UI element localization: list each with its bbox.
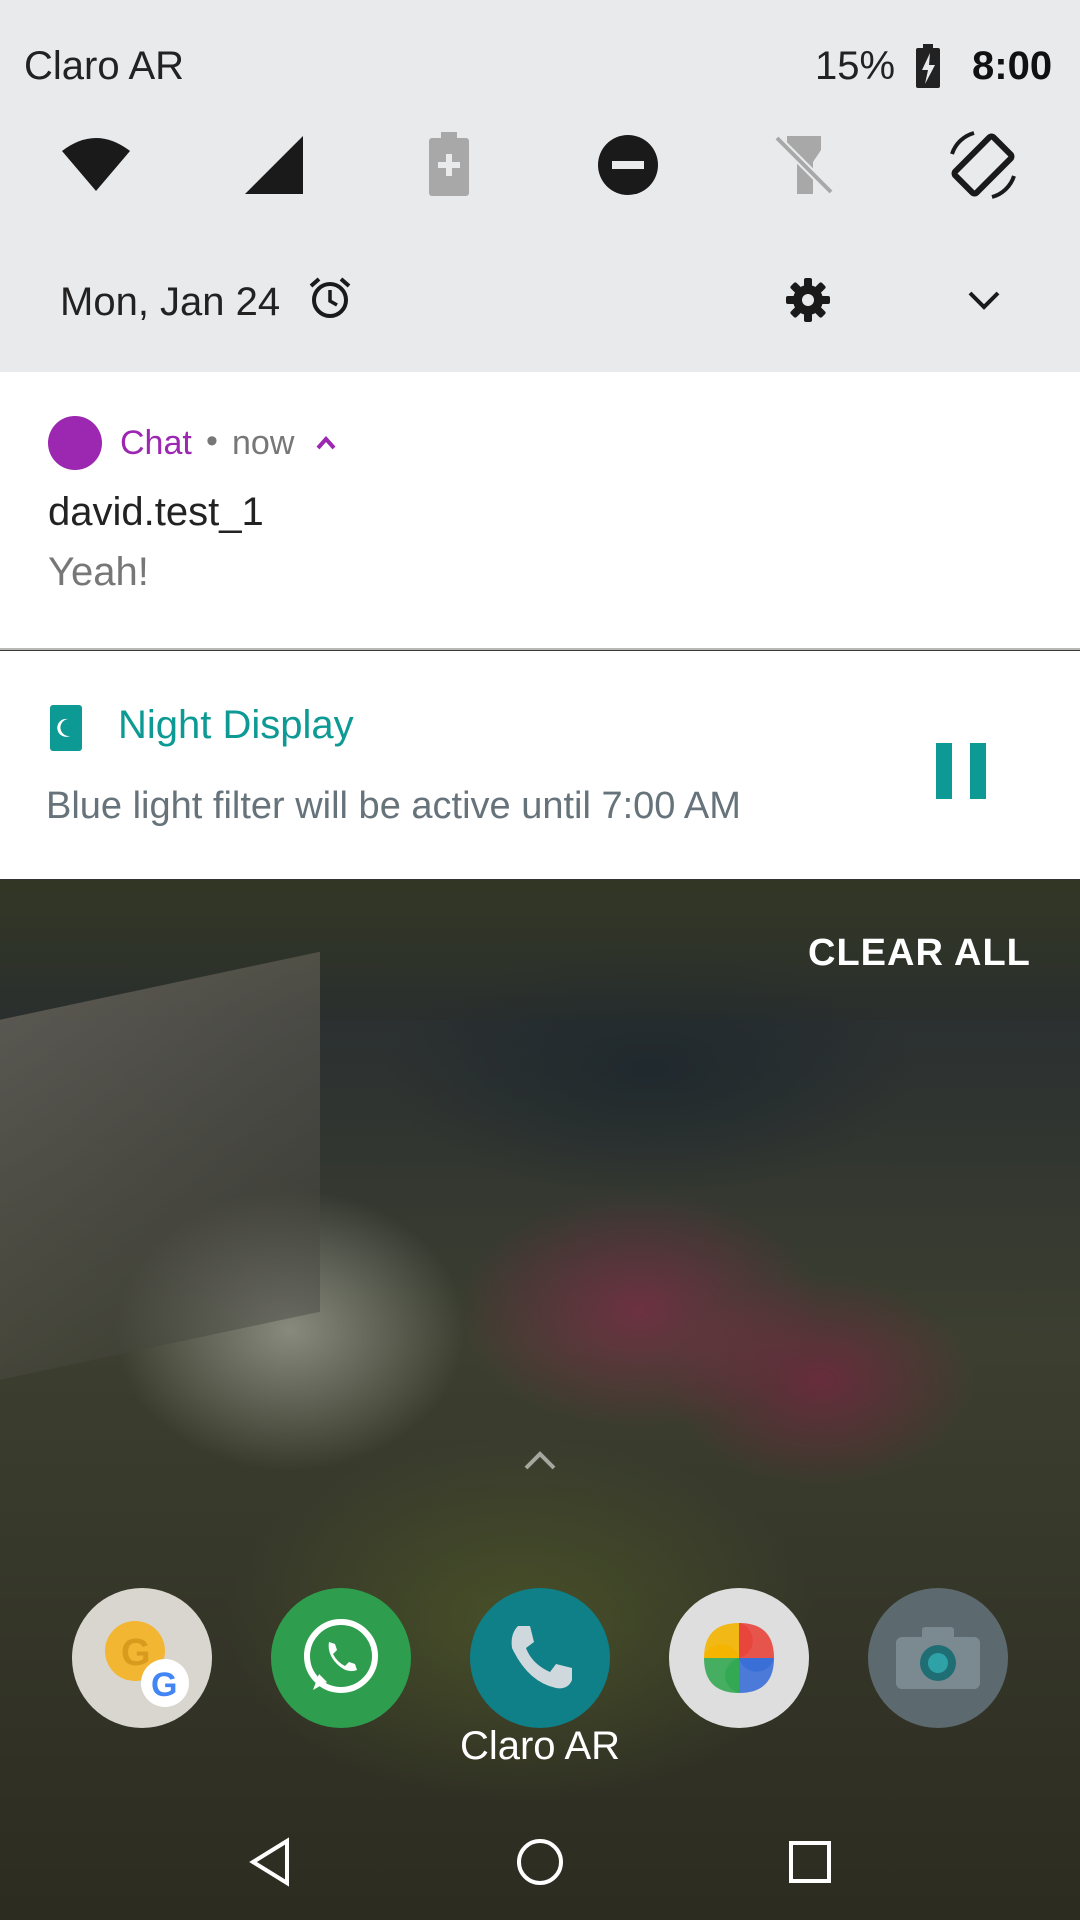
back-icon[interactable]	[240, 1832, 300, 1892]
photos-icon[interactable]	[669, 1588, 809, 1728]
quick-settings-tiles	[0, 125, 1080, 205]
phone-icon[interactable]	[470, 1588, 610, 1728]
expand-chevron-icon[interactable]	[964, 283, 1004, 319]
night-display-icon	[50, 705, 82, 751]
auto-rotate-icon[interactable]	[943, 125, 1023, 205]
notification-sender: david.test_1	[48, 490, 264, 534]
notification-separator: •	[206, 422, 218, 460]
status-clock: 8:00	[972, 44, 1053, 88]
battery-charging-icon	[916, 44, 940, 88]
flashlight-off-icon[interactable]	[764, 125, 844, 205]
camera-icon[interactable]	[868, 1588, 1008, 1728]
battery-saver-icon[interactable]	[409, 125, 489, 205]
night-display-notification[interactable]: Night Display Blue light filter will be …	[0, 651, 1080, 879]
app-drawer-up-icon[interactable]	[522, 1448, 558, 1472]
date-label[interactable]: Mon, Jan 24	[60, 280, 280, 325]
do-not-disturb-icon[interactable]	[588, 125, 668, 205]
chat-notification[interactable]: Chat • now david.test_1 Yeah!	[0, 372, 1080, 650]
battery-percent: 15%	[815, 44, 896, 88]
settings-gear-icon[interactable]	[784, 276, 832, 324]
clear-all-button[interactable]: CLEAR ALL	[808, 932, 1031, 975]
alarm-icon[interactable]	[308, 276, 352, 320]
notification-app-name: Chat	[120, 424, 192, 462]
home-icon[interactable]	[510, 1832, 570, 1892]
notification-time: now	[232, 424, 295, 462]
pause-button[interactable]	[936, 743, 986, 799]
wifi-icon[interactable]	[56, 125, 136, 205]
recents-icon[interactable]	[780, 1832, 840, 1892]
svg-text:G: G	[151, 1666, 177, 1704]
collapse-chevron-icon[interactable]	[314, 434, 338, 452]
svg-text:G: G	[121, 1632, 151, 1674]
chat-app-icon	[48, 416, 102, 470]
notification-message: Yeah!	[48, 550, 149, 594]
dock-label: Claro AR	[459, 1724, 621, 1768]
night-display-body: Blue light filter will be active until 7…	[46, 785, 741, 827]
whatsapp-icon[interactable]	[271, 1588, 411, 1728]
status-bar: Claro AR 15% 8:00	[0, 0, 1080, 130]
carrier-name: Claro AR	[24, 44, 185, 88]
date-row: Mon, Jan 24	[0, 262, 1080, 342]
quick-settings-panel: Claro AR 15% 8:00 Mon, Jan 24	[0, 0, 1080, 372]
weather-app-icon[interactable]: G G	[72, 1588, 212, 1728]
night-display-title: Night Display	[118, 703, 354, 747]
cell-signal-icon[interactable]	[234, 125, 314, 205]
navigation-bar	[0, 1800, 1080, 1920]
